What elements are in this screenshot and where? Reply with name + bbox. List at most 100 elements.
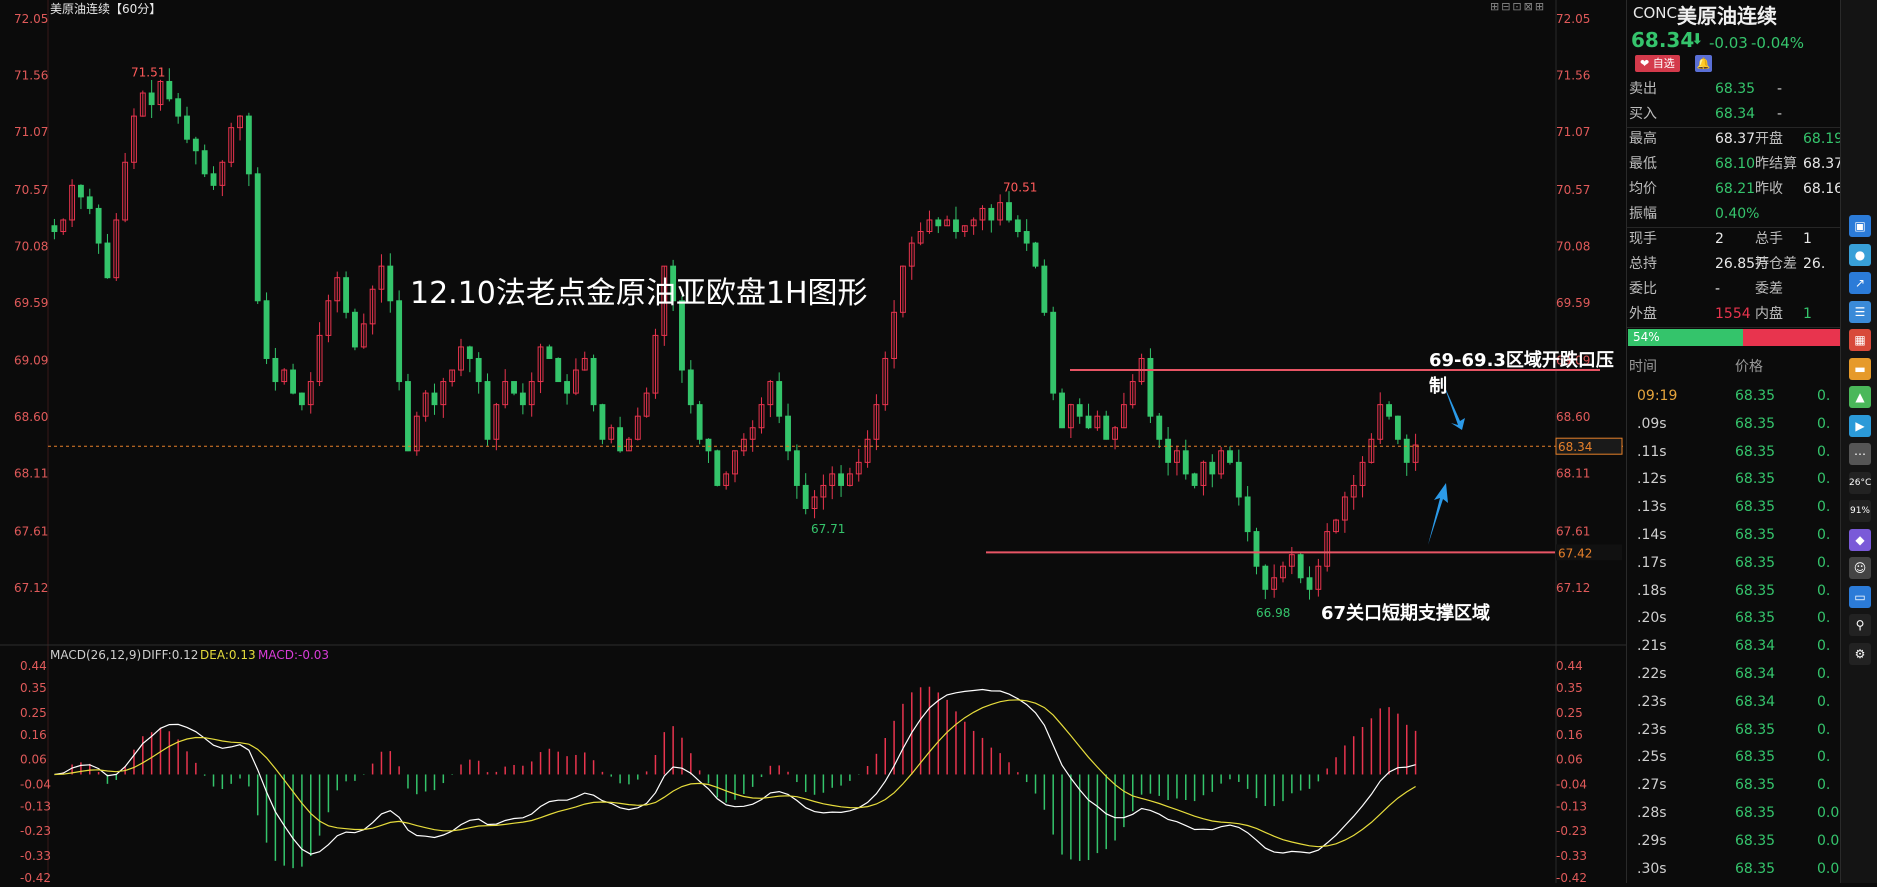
list-icon[interactable]: ☰ xyxy=(1849,300,1871,323)
candle-body xyxy=(617,427,624,452)
y-tick-label-left: 67.61 xyxy=(14,524,48,538)
y-tick-label-left: 70.57 xyxy=(14,183,48,197)
user-icon[interactable]: ● xyxy=(1849,243,1871,266)
y-tick-label-left: 67.12 xyxy=(14,581,48,595)
resistance-annotation: 69-69.3区域开跌口压制 xyxy=(1429,350,1614,397)
quote-row: 现手 2 总手 1 xyxy=(1627,227,1841,252)
app-icon[interactable]: ◆ xyxy=(1849,528,1871,551)
trade-time: .20s xyxy=(1637,610,1667,627)
candle-body xyxy=(1023,231,1030,244)
folder-icon[interactable]: ▬ xyxy=(1849,357,1871,380)
candle-body xyxy=(95,207,102,244)
quote-value: 68.35 xyxy=(1715,81,1756,97)
add-favorite-button[interactable]: ❤ 自选 xyxy=(1635,55,1680,72)
candle-body xyxy=(104,242,111,279)
macd-tick-left: 0.06 xyxy=(20,753,47,767)
candle-body xyxy=(1227,450,1233,463)
quote-value-2: 68.37 xyxy=(1803,156,1844,172)
trade-price: 68.35 xyxy=(1735,749,1776,766)
price-change-pct: -0.04% xyxy=(1751,34,1805,52)
ratio-fill: 54% xyxy=(1628,329,1744,346)
y-tick-label-right: 70.08 xyxy=(1556,239,1590,253)
macd-tick-right: 0.06 xyxy=(1556,753,1583,767)
candle-body xyxy=(555,357,562,383)
search-icon[interactable]: ⚲ xyxy=(1849,614,1871,636)
image-icon[interactable]: ▲ xyxy=(1849,386,1871,408)
quote-value: 1554 xyxy=(1715,306,1751,322)
trade-row: .27s 68.35 0. xyxy=(1627,771,1841,799)
trade-price: 68.35 xyxy=(1735,610,1776,627)
candle-body xyxy=(263,300,270,359)
candle-body xyxy=(696,404,703,440)
macd-hist-group xyxy=(62,686,1417,869)
candle-body xyxy=(953,219,959,233)
candle-body xyxy=(1244,496,1251,533)
macd-tick-left: -0.42 xyxy=(20,871,51,883)
kline-chart[interactable]: 72.05 72.05 71.56 71.56 71.07 71.07 70.57 70.57… xyxy=(0,0,1626,885)
screen-icon[interactable]: ▭ xyxy=(1849,585,1871,608)
quote-value: 68.34 xyxy=(1715,106,1756,122)
extreme-marker-label: 67.71 xyxy=(811,522,845,536)
monitor-icon[interactable]: ▣ xyxy=(1849,215,1871,237)
humidity-icon[interactable]: 91% xyxy=(1849,500,1871,522)
trade-price: 68.35 xyxy=(1735,582,1776,599)
candle-body xyxy=(51,225,58,233)
y-tick-label-left: 69.59 xyxy=(14,296,48,310)
more-icon[interactable]: ⋯ xyxy=(1849,443,1871,465)
avatar-icon[interactable]: ☺ xyxy=(1849,557,1871,579)
trade-time: .17s xyxy=(1637,554,1667,571)
trade-price: 68.34 xyxy=(1735,693,1776,710)
trade-price: 68.35 xyxy=(1735,554,1776,571)
trade-row: .22s 68.34 0. xyxy=(1627,660,1841,688)
quote-value: 68.10 xyxy=(1715,156,1756,172)
toolbar-icons[interactable]: ⊞⊟⊡⊠⊞ xyxy=(1490,0,1546,13)
settings-icon[interactable]: ⚙ xyxy=(1849,642,1871,665)
candle-body xyxy=(201,150,208,175)
gift-icon[interactable]: ▦ xyxy=(1849,329,1871,351)
trade-volume: 0. xyxy=(1817,721,1831,738)
y-tick-label-left: 69.09 xyxy=(14,354,48,368)
extreme-marker-label: 70.51 xyxy=(1003,181,1037,195)
trade-time: .09s xyxy=(1637,415,1667,432)
y-tick-label-right: 68.11 xyxy=(1556,467,1590,481)
candle-body xyxy=(148,92,155,106)
support-tag: 67.42 xyxy=(1558,546,1592,560)
trade-time: .14s xyxy=(1637,527,1667,543)
trade-time: 09:19 xyxy=(1637,388,1678,404)
trade-volume: 0. xyxy=(1817,443,1831,460)
y-tick-label-left: 70.08 xyxy=(14,239,48,253)
y-tick-label-right: 72.05 xyxy=(1556,12,1590,26)
weather-icon[interactable]: 26°C xyxy=(1849,471,1871,494)
trade-time: .21s xyxy=(1637,638,1667,655)
chart-area[interactable]: 72.05 72.05 71.56 71.56 71.07 71.07 70.57 70.57… xyxy=(0,0,1626,885)
quote-value: 68.21 xyxy=(1715,181,1756,197)
trade-row: .21s 68.34 0. xyxy=(1627,632,1841,660)
quote-value-2: 1 xyxy=(1803,231,1812,247)
candle-body xyxy=(343,277,350,313)
extreme-marker-label: 71.51 xyxy=(131,65,165,79)
y-tick-label-right: 67.61 xyxy=(1556,524,1590,538)
bell-icon[interactable]: 🔔 xyxy=(1695,55,1712,72)
quote-row: 卖出 68.35 - xyxy=(1627,77,1841,102)
macd-tick-right: -0.23 xyxy=(1556,824,1587,838)
candle-body xyxy=(166,80,173,100)
trade-volume: 0. xyxy=(1817,749,1831,766)
trade-price: 68.35 xyxy=(1735,499,1776,516)
candle-body xyxy=(1235,461,1242,498)
price-change: -0.03 xyxy=(1709,34,1748,52)
quote-label: 卖出 xyxy=(1629,81,1657,97)
trade-header: 时间 价格 xyxy=(1627,353,1841,381)
candle-body xyxy=(1262,565,1269,590)
trade-volume: 0. xyxy=(1817,527,1831,543)
quote-row: 振幅 0.40% xyxy=(1627,202,1841,227)
macd-tick-left: -0.04 xyxy=(20,777,51,791)
candle-body xyxy=(564,381,570,394)
candle-body xyxy=(687,369,694,406)
quote-label: 外盘 xyxy=(1629,306,1657,322)
video-icon[interactable]: ▶ xyxy=(1849,414,1871,437)
trade-header-price: 价格 xyxy=(1735,359,1763,375)
macd-tick-left: -0.13 xyxy=(20,800,51,814)
quote-value-2: 26. xyxy=(1803,256,1826,272)
macd-tick-right: -0.33 xyxy=(1556,849,1587,863)
share-icon[interactable]: ↗ xyxy=(1849,272,1871,294)
